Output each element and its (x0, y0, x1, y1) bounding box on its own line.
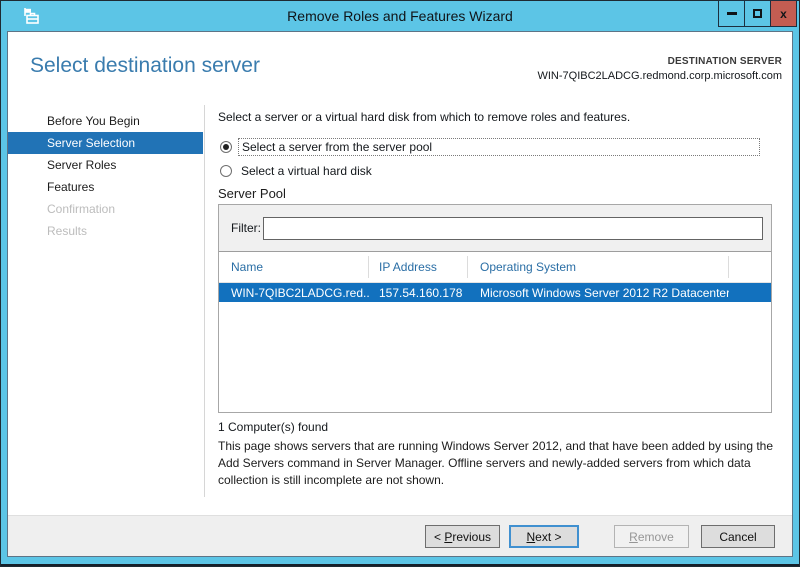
radio-select-vhd[interactable]: Select a virtual hard disk (220, 162, 375, 180)
destination-server-block: DESTINATION SERVER WIN-7QIBC2LADCG.redmo… (537, 56, 782, 82)
filter-input[interactable] (263, 217, 763, 240)
step-server-roles[interactable]: Server Roles (8, 154, 203, 176)
radio-selected-icon[interactable] (220, 141, 232, 153)
maximize-icon (753, 9, 762, 18)
wizard-body: Select destination server DESTINATION SE… (7, 31, 793, 557)
next-button[interactable]: Next > (509, 525, 579, 548)
maximize-button[interactable] (744, 0, 771, 27)
step-features[interactable]: Features (8, 176, 203, 198)
minimize-button[interactable] (718, 0, 745, 27)
window-title: Remove Roles and Features Wizard (287, 8, 513, 24)
row-ip-address: 157.54.160.178 (379, 285, 463, 300)
table-row[interactable]: WIN-7QIBC2LADCG.red... 157.54.160.178 Mi… (219, 283, 771, 302)
computer-count-text: 1 Computer(s) found (218, 420, 329, 434)
column-header-ip-address[interactable]: IP Address (369, 256, 468, 278)
radio-select-server-pool[interactable]: Select a server from the server pool (220, 138, 760, 156)
filter-label: Filter: (231, 221, 261, 235)
radio-server-pool-label[interactable]: Select a server from the server pool (238, 138, 760, 156)
server-pool-box: Filter: Name IP Address Operating System… (218, 204, 772, 413)
column-header-name[interactable]: Name (219, 256, 369, 278)
wizard-footer: < Previous Next > Remove Cancel (8, 515, 792, 556)
server-pool-title: Server Pool (218, 186, 286, 201)
page-title: Select destination server (30, 54, 260, 77)
close-icon: x (780, 6, 787, 21)
column-header-spacer (729, 256, 771, 278)
window-bottom-edge (1, 564, 799, 566)
window-controls: x (718, 0, 797, 27)
step-results: Results (47, 224, 88, 238)
filter-area: Filter: (219, 205, 771, 252)
step-server-selection[interactable]: Server Selection (8, 132, 203, 154)
wizard-window: Remove Roles and Features Wizard x Selec… (0, 0, 800, 567)
pane-divider (204, 105, 205, 497)
intro-text: Select a server or a virtual hard disk f… (218, 110, 631, 124)
titlebar: Remove Roles and Features Wizard x (1, 0, 799, 31)
radio-vhd-label[interactable]: Select a virtual hard disk (238, 163, 375, 179)
table-header: Name IP Address Operating System (219, 252, 771, 283)
cancel-button[interactable]: Cancel (701, 525, 775, 548)
column-header-operating-system[interactable]: Operating System (468, 256, 729, 278)
destination-server-label: DESTINATION SERVER (667, 56, 782, 67)
page-description: This page shows servers that are running… (218, 439, 774, 487)
wizard-steps-nav: Before You Begin Server Selection Server… (8, 110, 203, 242)
minimize-icon (726, 12, 737, 15)
remove-button: Remove (614, 525, 689, 548)
destination-server-name: WIN-7QIBC2LADCG.redmond.corp.microsoft.c… (537, 70, 782, 82)
step-before-you-begin[interactable]: Before You Begin (8, 110, 203, 132)
step-confirmation: Confirmation (47, 202, 116, 216)
radio-unselected-icon[interactable] (220, 165, 232, 177)
row-server-name: WIN-7QIBC2LADCG.red... (231, 285, 369, 300)
close-button[interactable]: x (770, 0, 797, 27)
previous-button[interactable]: < Previous (425, 525, 500, 548)
row-operating-system: Microsoft Windows Server 2012 R2 Datacen… (480, 285, 729, 300)
